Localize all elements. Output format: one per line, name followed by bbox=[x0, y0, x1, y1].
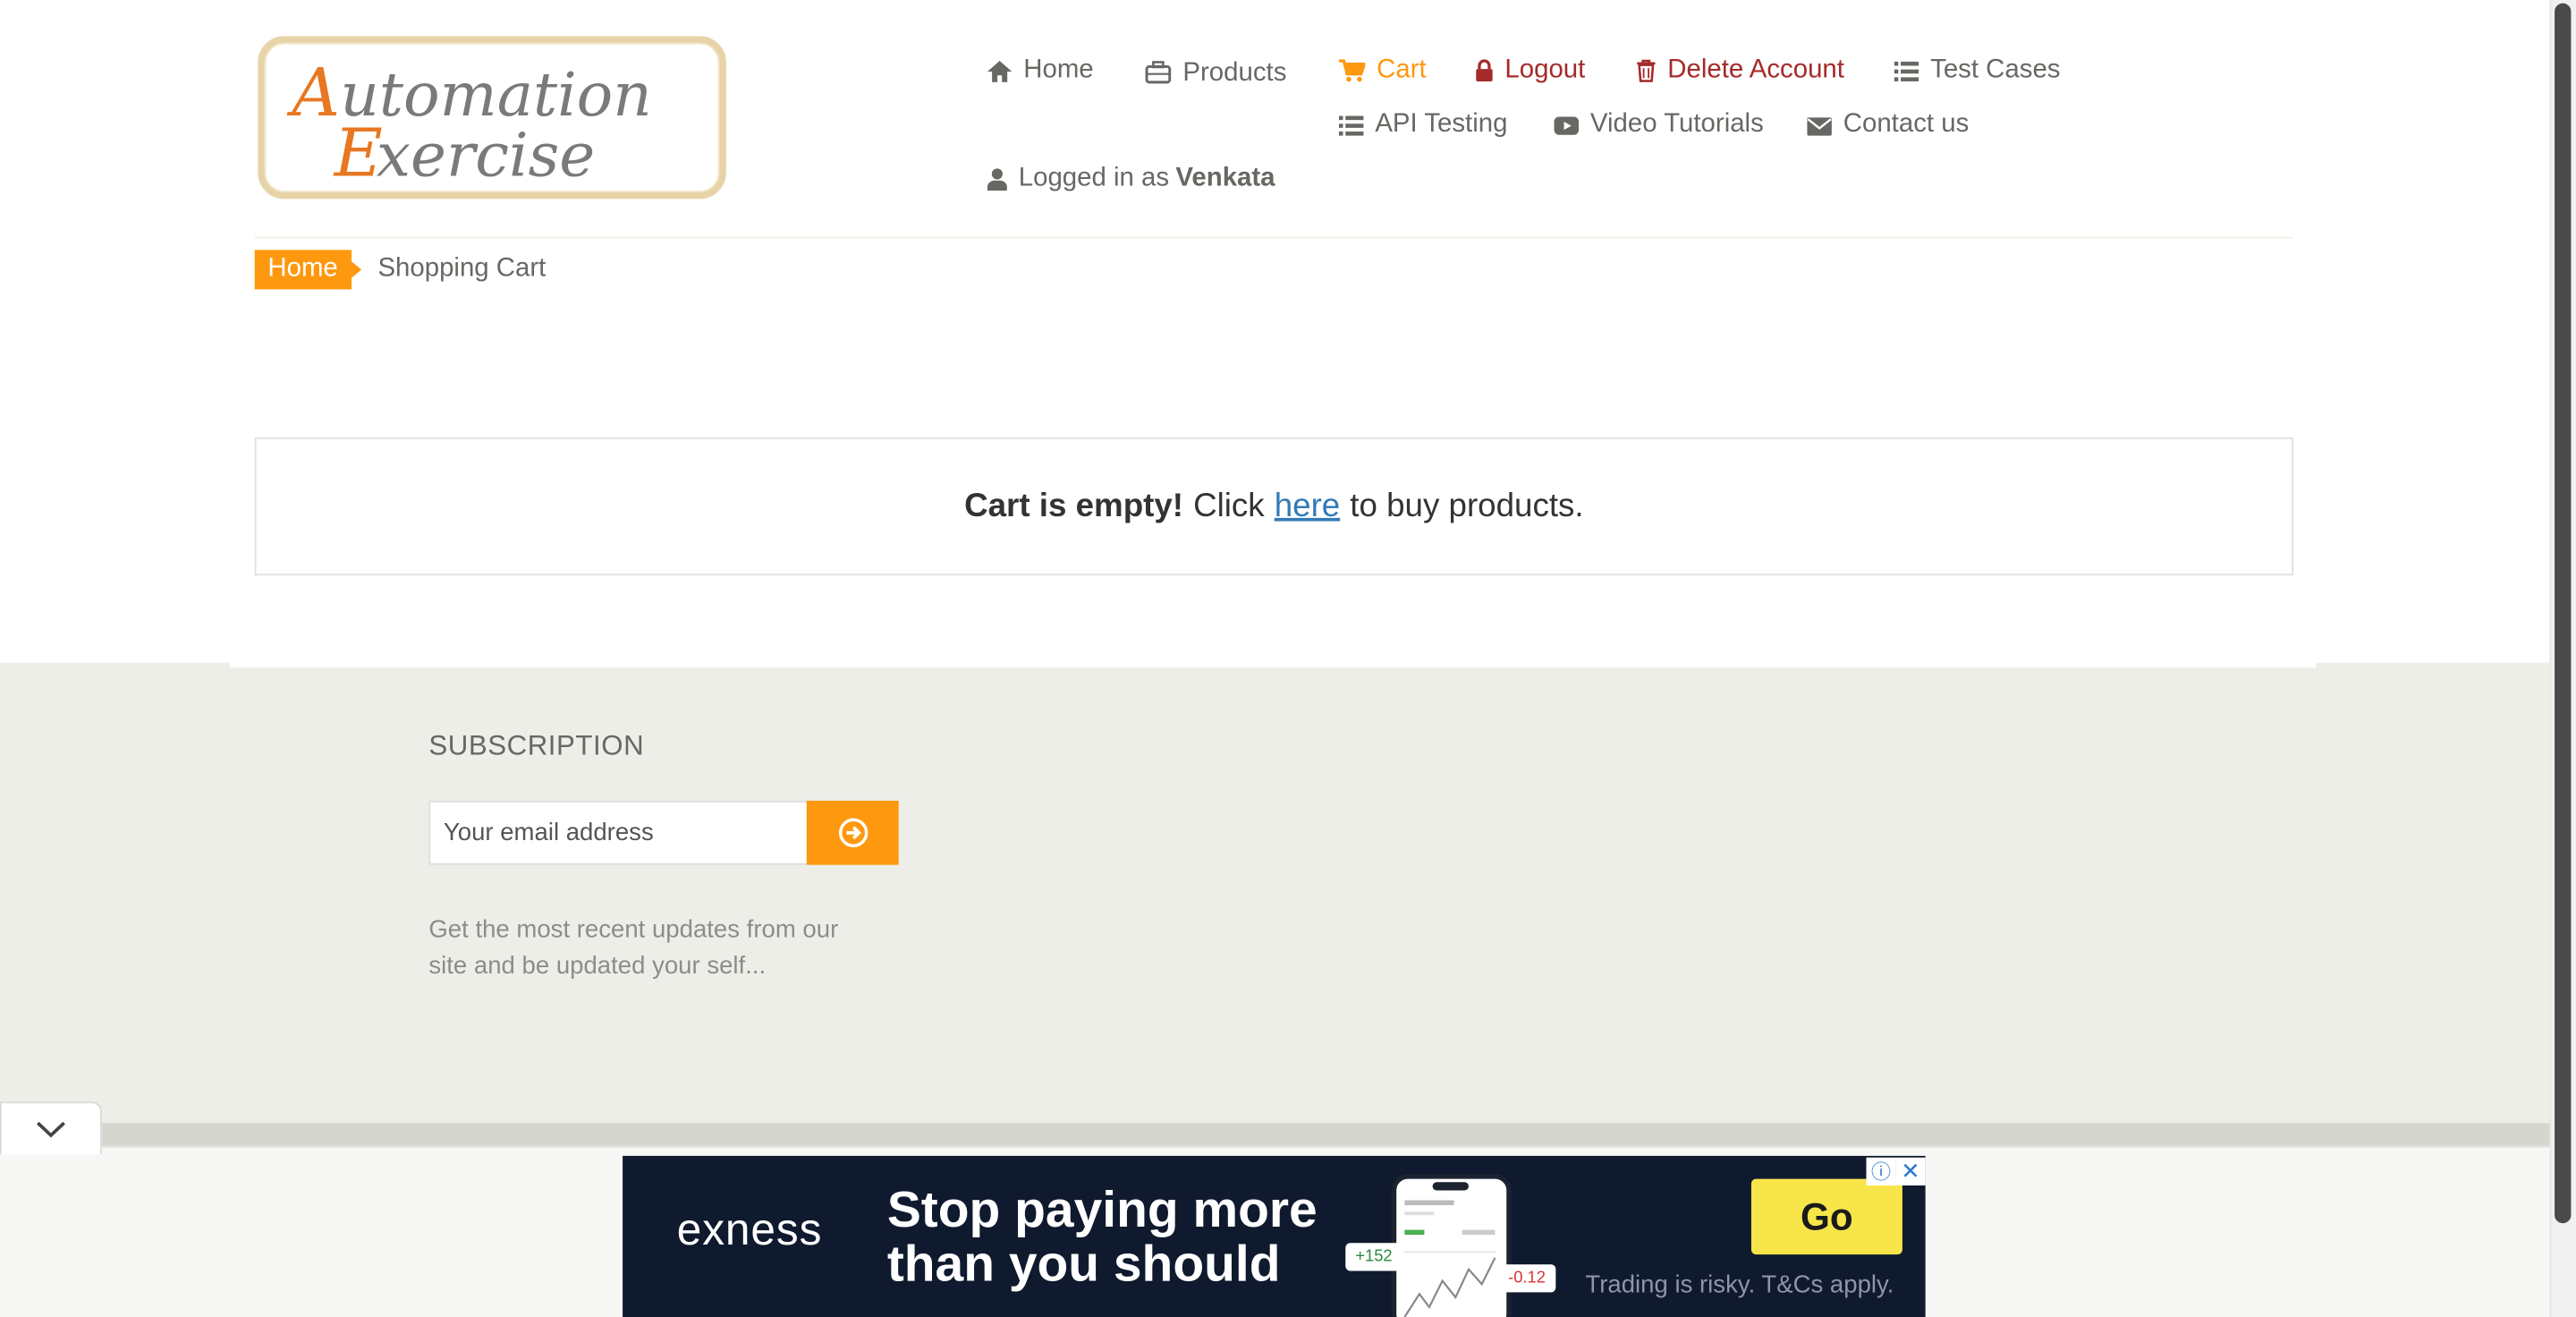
ad-banner[interactable]: exness Stop paying more than you should … bbox=[623, 1155, 1926, 1317]
youtube-play-icon bbox=[1554, 115, 1580, 134]
nav-cart-label: Cart bbox=[1377, 55, 1427, 84]
ad-phone-chart-graphic bbox=[1403, 1182, 1497, 1317]
user-icon bbox=[987, 168, 1007, 191]
list-icon bbox=[1894, 60, 1919, 81]
page: A utomation E xercise Home Products Cart… bbox=[0, 0, 2576, 1317]
ad-headline: Stop paying more than you should bbox=[886, 1180, 1318, 1293]
nav-home[interactable]: Home bbox=[987, 55, 1094, 85]
footer-bottom-bar bbox=[101, 1123, 2550, 1146]
nav-home-label: Home bbox=[1023, 55, 1094, 84]
svg-text:A: A bbox=[286, 54, 340, 132]
nav-contact-us[interactable]: Contact us bbox=[1807, 110, 1969, 140]
empty-cart-text-before: Click bbox=[1193, 487, 1265, 524]
logged-in-status: Logged in as Venkata bbox=[987, 165, 1275, 194]
nav-contact-us-label: Contact us bbox=[1843, 110, 1970, 139]
svg-text:E: E bbox=[333, 114, 383, 191]
nav-products[interactable]: Products bbox=[1145, 55, 1286, 89]
empty-cart-heading: Cart is empty! bbox=[964, 487, 1184, 524]
collapse-ad-button[interactable] bbox=[0, 1101, 102, 1155]
nav-logout-label: Logout bbox=[1504, 55, 1586, 84]
subscription-email-input[interactable] bbox=[428, 800, 809, 865]
ad-close-icon[interactable]: ✕ bbox=[1895, 1157, 1926, 1185]
nav-delete-account-label: Delete Account bbox=[1667, 55, 1844, 84]
empty-cart-text-after: to buy products. bbox=[1350, 487, 1584, 524]
nav-api-testing-label: API Testing bbox=[1375, 110, 1508, 139]
ad-chip-positive: +152 bbox=[1345, 1243, 1402, 1271]
list-icon bbox=[1338, 115, 1364, 135]
nav-logout[interactable]: Logout bbox=[1475, 55, 1585, 85]
nav-api-testing[interactable]: API Testing bbox=[1338, 110, 1508, 140]
lock-icon bbox=[1476, 59, 1493, 81]
breadcrumb-home[interactable]: Home bbox=[254, 250, 360, 290]
header-divider bbox=[254, 236, 2294, 239]
logged-in-prefix: Logged in as bbox=[1018, 164, 1170, 193]
envelope-icon bbox=[1807, 116, 1832, 135]
nav-products-label: Products bbox=[1182, 59, 1287, 88]
footer-top-edge bbox=[0, 662, 2550, 668]
site-logo[interactable]: A utomation E xercise bbox=[258, 36, 726, 200]
footer bbox=[0, 666, 2550, 1124]
nav-cart[interactable]: Cart bbox=[1338, 55, 1427, 85]
logo-line2: xercise bbox=[377, 119, 595, 190]
subscribe-button[interactable] bbox=[806, 800, 899, 865]
nav-video-tutorials-label: Video Tutorials bbox=[1589, 110, 1764, 139]
nav-video-tutorials[interactable]: Video Tutorials bbox=[1554, 110, 1764, 140]
buy-products-link[interactable]: here bbox=[1275, 488, 1341, 525]
empty-cart-message: Cart is empty! Click here to buy product… bbox=[254, 437, 2294, 576]
nav-delete-account[interactable]: Delete Account bbox=[1636, 55, 1844, 85]
ad-brand: exness bbox=[676, 1205, 823, 1255]
shopping-cart-icon bbox=[1338, 59, 1366, 82]
breadcrumb-current: Shopping Cart bbox=[377, 254, 547, 284]
nav-test-cases-label: Test Cases bbox=[1930, 55, 2061, 84]
ad-disclaimer: Trading is risky. T&Cs apply. bbox=[1585, 1270, 1894, 1299]
logged-in-username: Venkata bbox=[1175, 164, 1275, 193]
ad-cta-button[interactable]: Go bbox=[1750, 1178, 1902, 1255]
arrow-circle-right-icon bbox=[838, 818, 868, 848]
scrollbar-thumb[interactable] bbox=[2555, 3, 2572, 1224]
briefcase-icon bbox=[1145, 61, 1172, 84]
home-icon bbox=[987, 60, 1013, 81]
subscription-description: Get the most recent updates from our sit… bbox=[428, 915, 839, 981]
trash-icon bbox=[1637, 59, 1656, 82]
subscription-title: SUBSCRIPTION bbox=[428, 729, 645, 761]
chevron-down-icon bbox=[36, 1120, 65, 1137]
ad-info-icon[interactable]: ⓘ bbox=[1866, 1157, 1896, 1185]
nav-test-cases[interactable]: Test Cases bbox=[1894, 55, 2061, 85]
logo-graphic: A utomation E xercise bbox=[286, 54, 651, 192]
ad-chip-negative: -0.12 bbox=[1498, 1264, 1555, 1293]
ad-phone-image bbox=[1391, 1174, 1512, 1317]
